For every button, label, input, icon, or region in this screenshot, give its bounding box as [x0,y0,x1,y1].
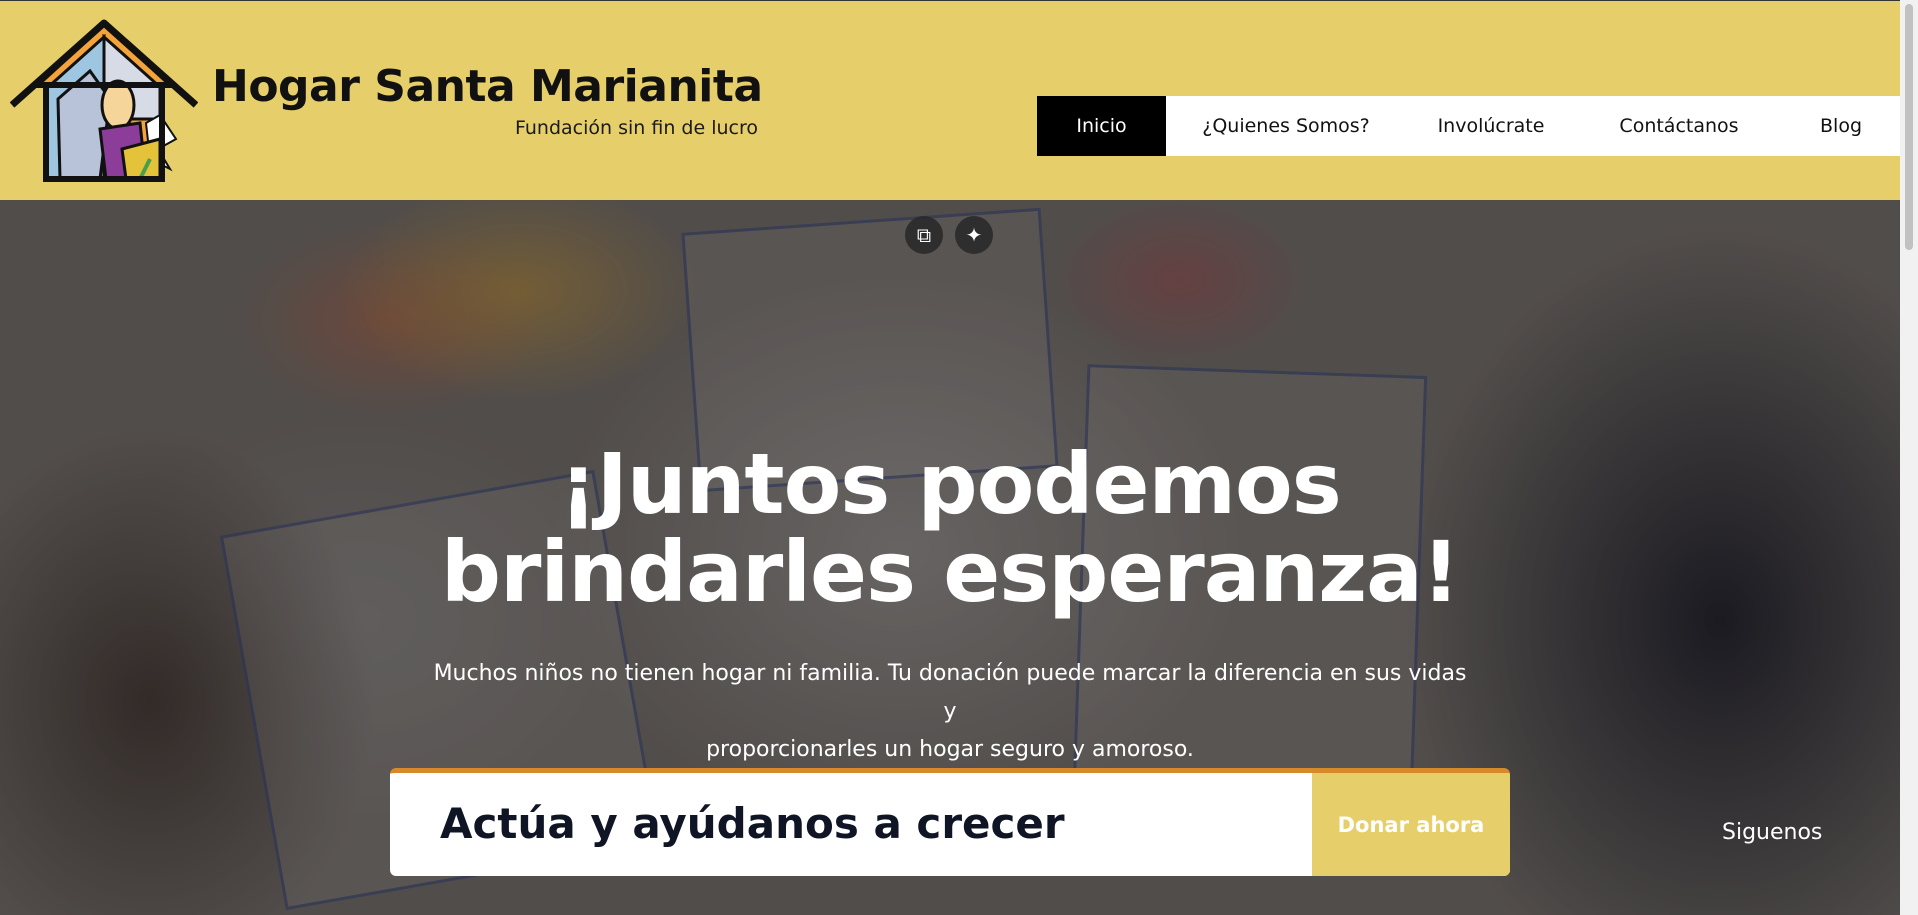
nav-item-involucrate[interactable]: Involúcrate [1406,96,1576,156]
hero-title-line2: brindarles esperanza! [440,523,1460,621]
hero-title: ¡Juntos podemos brindarles esperanza! [0,440,1900,616]
cta-title: Actúa y ayúdanos a crecer [440,799,1065,848]
donate-button[interactable]: Donar ahora [1312,773,1510,876]
page-scrollbar[interactable] [1900,0,1918,915]
nav-item-quienes-somos[interactable]: ¿Quienes Somos? [1166,96,1406,156]
site-header: Hogar Santa Marianita Fundación sin fin … [0,0,1900,200]
sparkle-icon[interactable]: ✦ [955,216,993,254]
house-madonna-logo-icon [9,19,199,182]
site-title[interactable]: Hogar Santa Marianita [212,61,763,112]
nav-item-inicio[interactable]: Inicio [1037,96,1166,156]
site-subtitle: Fundación sin fin de lucro [515,117,758,139]
nav-item-blog[interactable]: Blog [1782,96,1900,156]
nav-item-contactanos[interactable]: Contáctanos [1576,96,1782,156]
hero-section: ⧉ ✦ ¡Juntos podemos brindarles esperanza… [0,200,1900,915]
scrollbar-thumb[interactable] [1905,4,1913,250]
hero-text-line2: proporcionarles un hogar seguro y amoros… [706,737,1194,762]
hero-description: Muchos niños no tienen hogar ni familia.… [430,655,1470,769]
hero-text-line1: Muchos niños no tienen hogar ni familia.… [433,661,1467,724]
donation-cta-bar: Actúa y ayúdanos a crecer Donar ahora [390,768,1510,876]
open-in-new-icon[interactable]: ⧉ [905,216,943,254]
main-nav: Inicio ¿Quienes Somos? Involúcrate Contá… [1037,96,1900,156]
site-logo[interactable] [9,19,199,183]
image-toolbar: ⧉ ✦ [905,216,993,254]
follow-us-label: Siguenos [1722,820,1823,845]
hero-title-line1: ¡Juntos podemos [559,435,1341,533]
